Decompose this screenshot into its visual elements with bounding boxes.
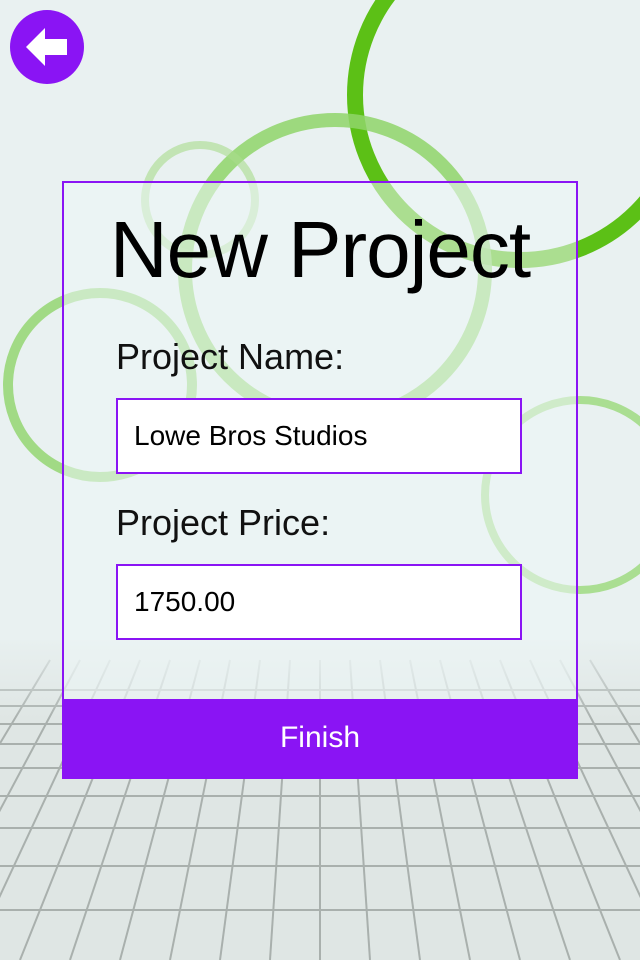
project-price-label: Project Price: [116, 502, 331, 543]
project-name-label: Project Name: [116, 336, 345, 377]
page-title: New Project [109, 205, 531, 294]
arrow-left-icon [26, 28, 67, 66]
project-price-input[interactable] [116, 564, 522, 640]
back-button[interactable] [10, 10, 84, 84]
finish-button[interactable]: Finish [64, 699, 576, 777]
project-name-input[interactable] [116, 398, 522, 474]
new-project-card: New Project Project Name: Project Price:… [62, 181, 578, 779]
